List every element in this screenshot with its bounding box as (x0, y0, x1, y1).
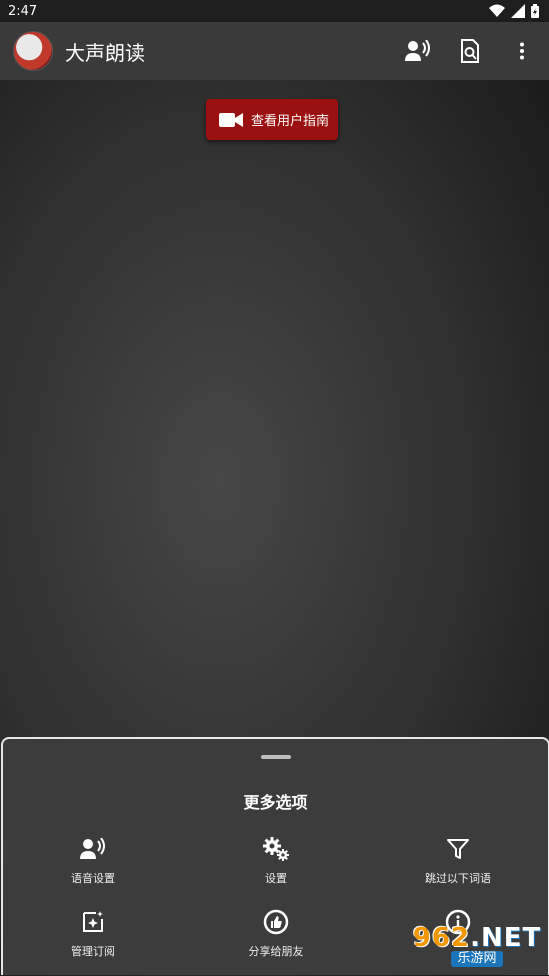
option-label: 分享给朋友 (248, 945, 304, 958)
sheet-drag-handle[interactable] (261, 755, 291, 759)
status-time: 2:47 (8, 3, 38, 19)
more-vert-icon[interactable] (509, 38, 535, 64)
status-icons (489, 3, 539, 22)
video-camera-icon (219, 111, 243, 129)
user-guide-button[interactable]: 查看用户指南 (206, 99, 338, 140)
voice-settings-icon (79, 835, 107, 863)
option-label: 设置 (265, 872, 287, 885)
filter-icon (444, 835, 472, 863)
option-label: 语音设置 (71, 872, 115, 885)
signal-icon (511, 3, 525, 22)
watermark-digits: 962 (412, 923, 471, 953)
watermark-net: .NET (470, 923, 542, 953)
wifi-icon (489, 3, 505, 22)
watermark-site-name: 乐游网 (451, 951, 503, 967)
option-manage-subscription[interactable]: 管理订阅 (23, 908, 163, 959)
app-actions (405, 22, 535, 80)
watermark-logo: 962.NET 乐游网 (408, 922, 546, 970)
subscription-icon (79, 908, 107, 936)
user-guide-label: 查看用户指南 (251, 114, 330, 129)
thumbs-up-icon (262, 908, 290, 936)
gears-icon (262, 835, 290, 863)
option-settings[interactable]: 设置 (206, 835, 346, 886)
voice-icon[interactable] (405, 38, 431, 64)
option-label: 管理订阅 (71, 945, 115, 958)
battery-icon (531, 3, 539, 22)
app-bar: 大声朗读 (0, 22, 549, 80)
app-title: 大声朗读 (65, 40, 145, 65)
search-page-icon[interactable] (457, 38, 483, 64)
option-voice-settings[interactable]: 语音设置 (23, 835, 163, 886)
app-logo-icon (13, 31, 53, 71)
option-label: 跳过以下词语 (425, 872, 491, 885)
option-share-friends[interactable]: 分享给朋友 (206, 908, 346, 959)
watermark-number: 962.NET (413, 925, 541, 951)
sheet-title: 更多选项 (243, 793, 308, 812)
status-bar: 2:47 (0, 0, 549, 22)
option-skip-words[interactable]: 跳过以下词语 (388, 835, 528, 886)
